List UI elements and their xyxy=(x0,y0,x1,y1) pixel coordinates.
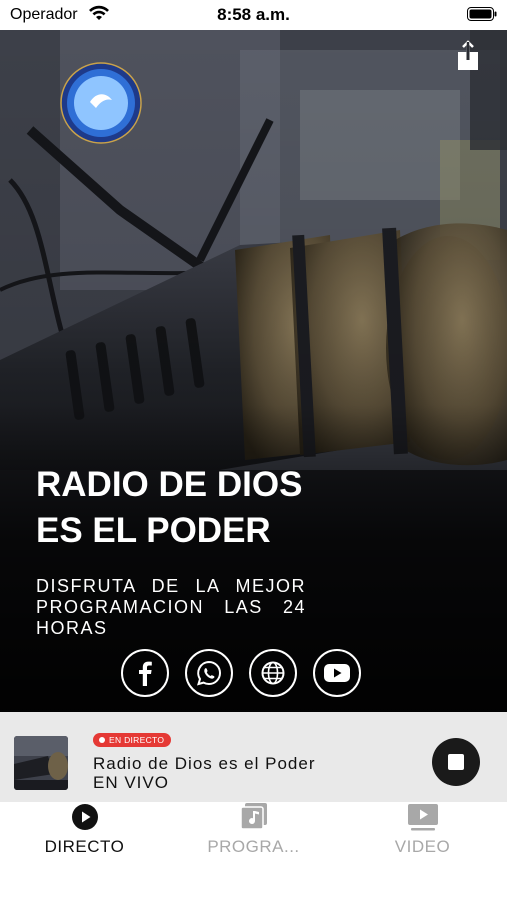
play-circle-icon xyxy=(71,804,98,830)
station-logo xyxy=(60,62,142,144)
youtube-button[interactable] xyxy=(313,649,361,697)
tab-label: PROGRA... xyxy=(207,837,300,856)
status-bar: Operador 8:58 a.m. xyxy=(0,0,507,30)
whatsapp-icon xyxy=(197,660,221,686)
video-icon xyxy=(407,804,438,831)
now-playing-subtitle: EN VIVO xyxy=(93,773,169,792)
tab-label: DIRECTO xyxy=(44,837,125,856)
now-playing-bar[interactable]: EN DIRECTO Radio de Dios es el Poder EN … xyxy=(0,712,507,802)
tab-programacion[interactable]: PROGRA... xyxy=(169,802,338,900)
stop-icon xyxy=(448,754,464,770)
facebook-button[interactable] xyxy=(121,649,169,697)
live-badge-label: EN DIRECTO xyxy=(109,735,165,745)
hero-subtitle: DISFRUTA DE LA MEJOR PROGRAMACION LAS 24… xyxy=(36,576,306,638)
page-title: RADIO DE DIOS ES EL PODER xyxy=(36,465,303,550)
hero-banner: RADIO DE DIOS ES EL PODER DISFRUTA DE LA… xyxy=(0,30,507,712)
whatsapp-button[interactable] xyxy=(185,649,233,697)
website-button[interactable] xyxy=(249,649,297,697)
globe-icon xyxy=(261,661,285,685)
live-badge: EN DIRECTO xyxy=(93,733,172,747)
music-note-icon xyxy=(239,803,267,830)
tab-bar: DIRECTO PROGRA... VIDEO xyxy=(0,802,507,900)
share-icon[interactable] xyxy=(455,40,481,72)
now-playing-title: Radio de Dios es el Poder xyxy=(93,754,316,773)
social-links xyxy=(121,649,361,697)
youtube-icon xyxy=(324,664,350,682)
battery-icon xyxy=(467,7,497,21)
facebook-icon xyxy=(139,661,152,686)
clock: 8:58 a.m. xyxy=(217,5,290,24)
tab-label: VIDEO xyxy=(394,837,451,856)
live-dot-icon xyxy=(99,737,105,743)
tab-video[interactable]: VIDEO xyxy=(338,802,507,900)
tab-directo[interactable]: DIRECTO xyxy=(0,802,169,900)
stop-button[interactable] xyxy=(432,738,480,786)
now-playing-thumbnail xyxy=(14,736,68,790)
